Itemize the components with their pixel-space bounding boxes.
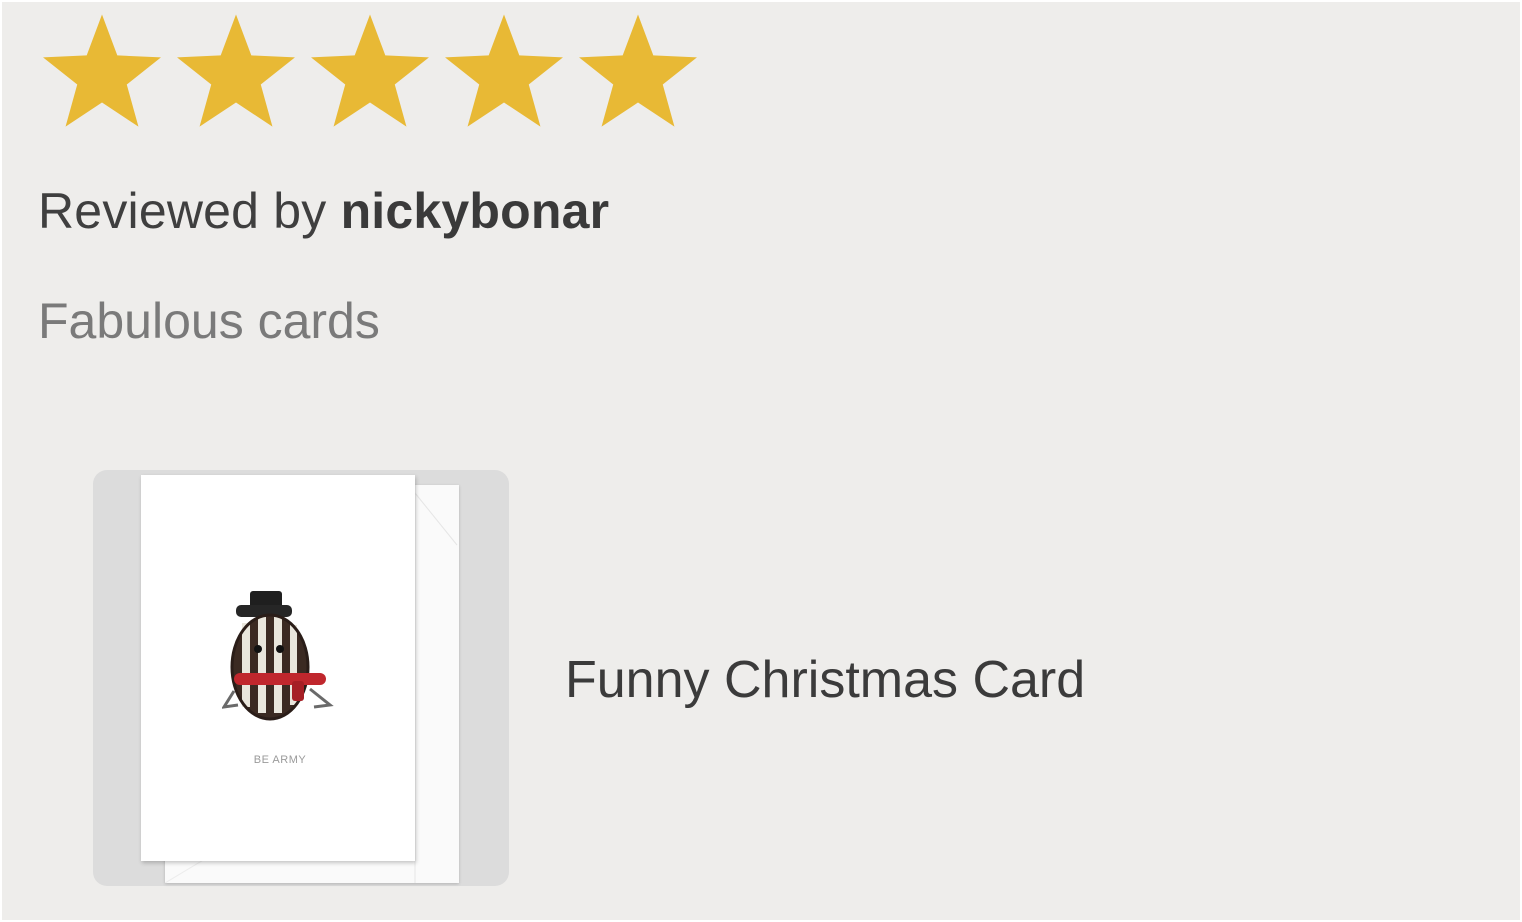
- reviewer-name: nickybonar: [340, 183, 610, 239]
- star-icon: [177, 14, 295, 127]
- review-title: Fabulous cards: [38, 293, 380, 349]
- reviewed-by-prefix: Reviewed by: [38, 183, 327, 239]
- star-icon: [43, 14, 161, 127]
- reviewed-by-line: Reviewed by nickybonar: [38, 182, 609, 240]
- mole-illustration: [222, 591, 334, 721]
- star-rating: [40, 12, 700, 136]
- star-icon: [311, 14, 429, 127]
- star-icon: [445, 14, 563, 127]
- card-caption: BE ARMY: [253, 754, 307, 766]
- star-icon: [579, 14, 697, 127]
- product-name-link[interactable]: Funny Christmas Card: [565, 650, 1085, 710]
